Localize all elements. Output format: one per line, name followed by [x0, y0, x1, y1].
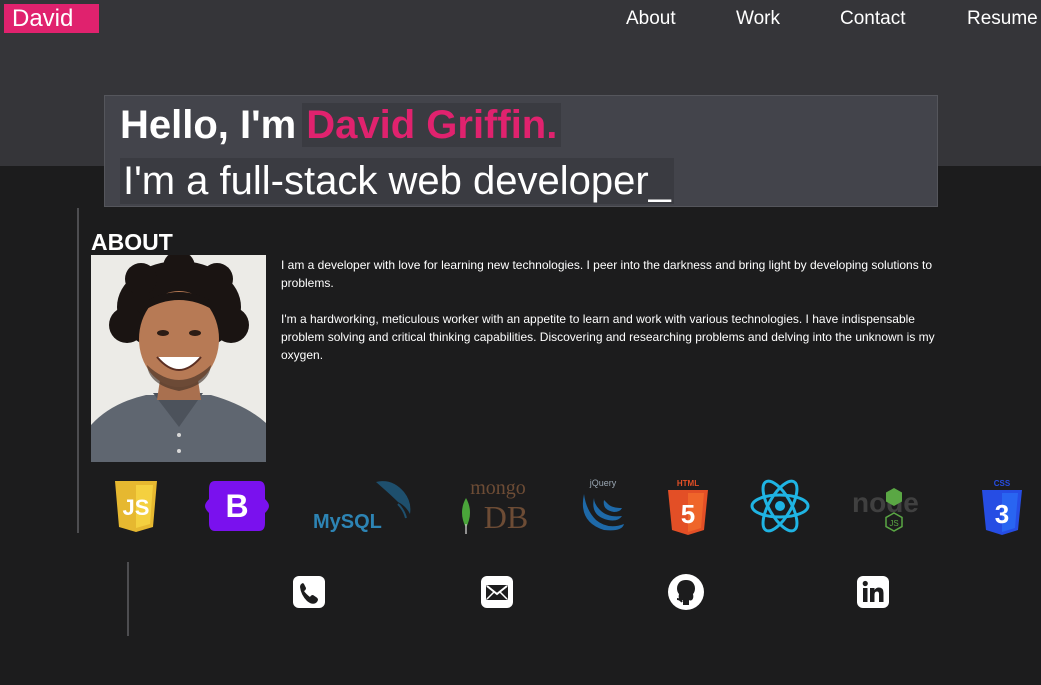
node-label: node — [852, 487, 919, 518]
hero-name: David Griffin. — [302, 103, 562, 147]
linkedin-icon[interactable] — [857, 576, 889, 608]
react-icon — [748, 476, 812, 536]
css3-number: 3 — [995, 499, 1009, 529]
html5-number: 5 — [681, 499, 695, 529]
github-icon[interactable] — [668, 574, 704, 610]
javascript-icon: JS — [112, 476, 160, 536]
hero-greeting: Hello, I'm — [120, 103, 297, 147]
nav-work[interactable]: Work — [736, 8, 780, 30]
hero-heading: Hello, I'm David Griffin. — [120, 103, 562, 148]
jquery-icon: jQuery — [578, 476, 628, 536]
mysql-label: MySQL — [313, 511, 382, 533]
profile-photo — [91, 255, 266, 462]
mongodb-bottom-label: DB — [484, 499, 528, 535]
nav-resume[interactable]: Resume — [967, 8, 1038, 30]
nav-contact[interactable]: Contact — [840, 8, 905, 30]
bootstrap-label: B — [225, 488, 248, 524]
javascript-label: JS — [123, 495, 150, 520]
about-text: I am a developer with love for learning … — [281, 256, 941, 364]
css3-top-label: CSS — [994, 479, 1011, 488]
node-js-label: JS — [889, 519, 898, 528]
main-nav: About Work Contact Resume — [0, 8, 1041, 32]
mongodb-top-label: mongo — [470, 477, 526, 499]
mongodb-icon: mongo DB — [456, 476, 540, 536]
phone-icon[interactable] — [293, 576, 325, 608]
about-title: ABOUT — [91, 229, 173, 255]
about-paragraph-1: I am a developer with love for learning … — [281, 258, 933, 290]
about-paragraph-2: I'm a hardworking, meticulous worker wit… — [281, 312, 935, 362]
mysql-icon: MySQL — [312, 476, 418, 536]
hero-card: Hello, I'm David Griffin. I'm a full-stac… — [104, 95, 938, 207]
section-divider — [77, 208, 79, 533]
html5-top-label: HTML — [677, 479, 699, 488]
email-icon[interactable] — [481, 576, 513, 608]
nav-about[interactable]: About — [626, 8, 676, 30]
nodejs-icon: node JS — [850, 476, 940, 536]
html5-icon: HTML 5 — [666, 476, 710, 536]
bootstrap-icon: B — [203, 476, 271, 536]
hero-tagline: I'm a full-stack web developer_ — [120, 158, 674, 204]
contact-divider — [127, 562, 129, 636]
jquery-label: jQuery — [589, 478, 617, 488]
css3-icon: CSS 3 — [980, 476, 1024, 536]
